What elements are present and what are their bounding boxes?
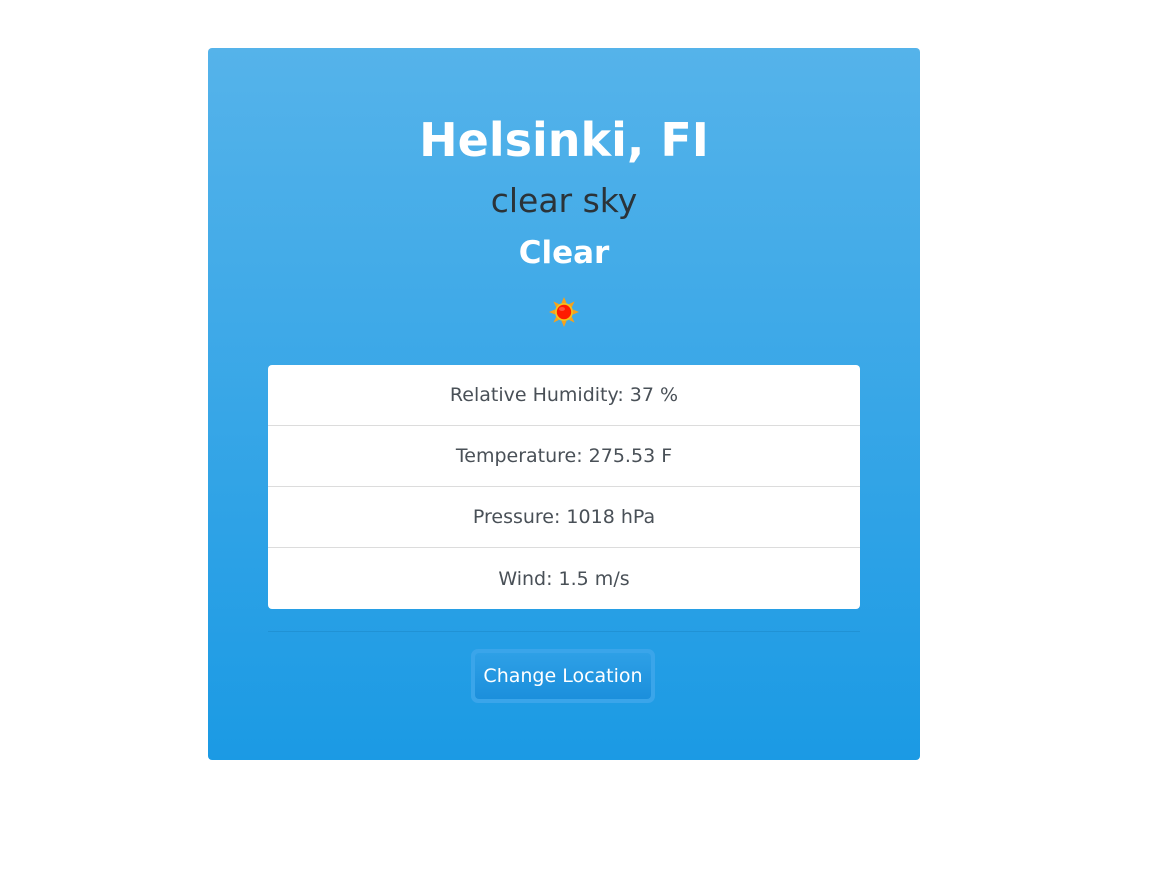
divider xyxy=(268,631,860,632)
weather-condition: Clear xyxy=(518,235,610,271)
weather-card: Helsinki, FI clear sky Clear Relative Hu… xyxy=(208,48,920,760)
weather-description: clear sky xyxy=(490,181,638,220)
temperature-row: Temperature: 275.53 F xyxy=(268,426,860,487)
humidity-row: Relative Humidity: 37 % xyxy=(268,365,860,426)
sun-icon xyxy=(548,296,580,328)
change-location-button[interactable]: Change Location xyxy=(471,649,655,703)
location-title: Helsinki, FI xyxy=(419,113,709,167)
change-location-label[interactable]: Change Location xyxy=(475,653,651,699)
weather-details-list: Relative Humidity: 37 % Temperature: 275… xyxy=(268,365,860,609)
pressure-row: Pressure: 1018 hPa xyxy=(268,487,860,548)
wind-row: Wind: 1.5 m/s xyxy=(498,568,630,590)
